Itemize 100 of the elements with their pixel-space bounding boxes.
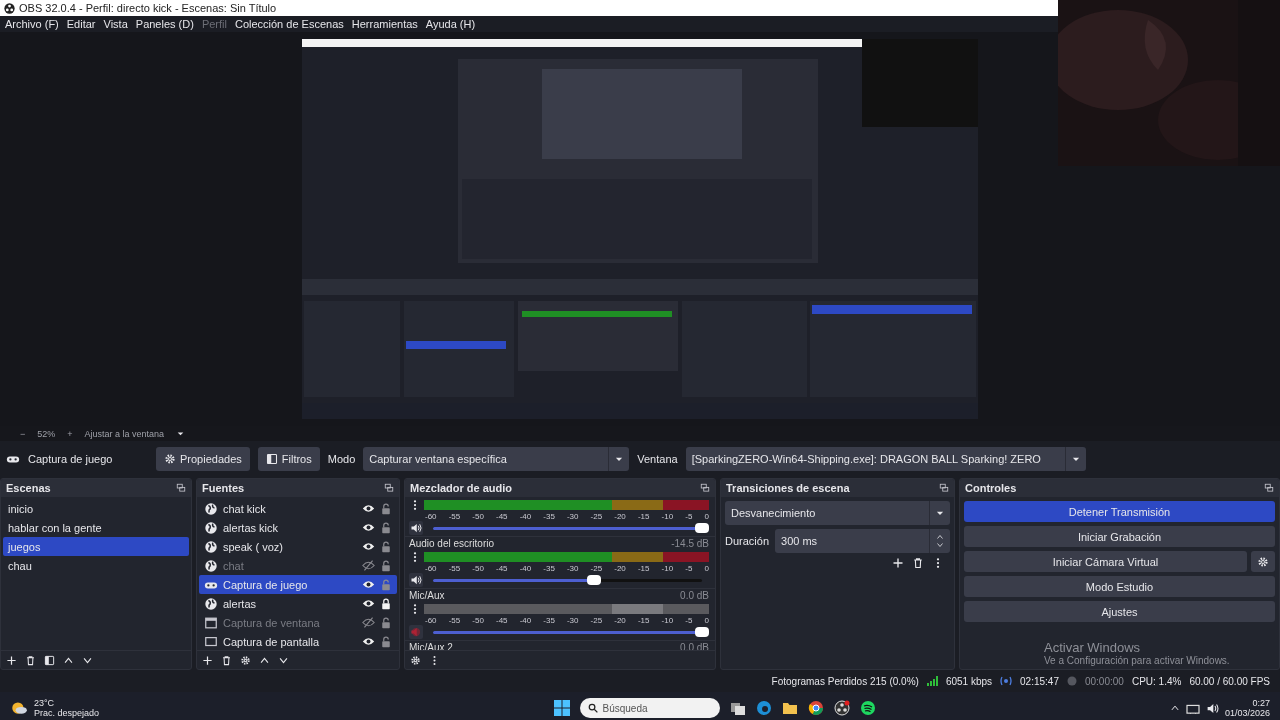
music-app-icon[interactable]	[859, 700, 876, 716]
menu-item[interactable]: Colección de Escenas	[234, 18, 344, 30]
up-icon	[259, 654, 270, 666]
window-label: Ventana	[637, 453, 678, 465]
filters-button[interactable]: Filtros	[257, 447, 320, 471]
volume-reading: 0.0 dB	[680, 590, 709, 602]
control-button[interactable]: Modo Estudio	[964, 576, 1275, 597]
scene-item[interactable]: juegos	[3, 537, 189, 556]
scale-label: -50	[472, 616, 484, 625]
filter-icon	[265, 453, 278, 465]
fit-to-window-dropdown[interactable]: Ajustar a la ventana	[84, 428, 165, 439]
control-button[interactable]: Detener Transmisión	[964, 501, 1275, 522]
eye-icon[interactable]	[362, 502, 375, 515]
settings-button[interactable]	[1251, 551, 1275, 572]
window-dropdown[interactable]: [SparkingZERO-Win64-Shipping.exe]: DRAGON BALL Sparking! ZERO	[685, 447, 1086, 471]
bitrate: 6051 kbps	[945, 675, 993, 687]
panel-title: Mezclador de audio	[410, 482, 513, 494]
menu-item[interactable]: Vista	[103, 18, 128, 30]
eye-icon[interactable]	[362, 521, 375, 534]
scale-label: -60	[425, 616, 437, 625]
scale-label: -25	[590, 512, 603, 521]
mode-label: Modo	[327, 453, 356, 465]
scale-label: -20	[614, 616, 626, 625]
trash-icon	[25, 654, 36, 666]
source-item[interactable]: chat	[199, 556, 397, 575]
menu-item[interactable]: Paneles (D)	[135, 18, 194, 30]
start-icon[interactable]	[553, 700, 570, 716]
folder-icon[interactable]	[781, 700, 798, 716]
scale-label: -10	[661, 512, 674, 521]
transition-dropdown[interactable]: Desvanecimiento	[725, 501, 950, 525]
source-item[interactable]: chat kick	[199, 499, 397, 518]
hidden-eye-icon[interactable]	[362, 559, 375, 572]
source-item[interactable]: Captura de ventana	[199, 613, 397, 632]
eye-icon[interactable]	[362, 540, 375, 553]
source-label: Captura de juego	[223, 578, 309, 591]
scale-label: -20	[614, 512, 626, 521]
scale-label: -10	[661, 616, 674, 625]
scale-label: -50	[472, 512, 484, 521]
scale-label: -45	[495, 616, 508, 625]
control-button[interactable]: Ajustes	[964, 601, 1275, 622]
eye-icon[interactable]	[362, 578, 375, 591]
record-time: 00:00:00	[1084, 675, 1124, 687]
properties-button[interactable]: Propiedades	[156, 447, 250, 471]
scale-label: 0	[704, 616, 709, 625]
speaker-icon[interactable]	[409, 521, 423, 535]
control-button[interactable]: Iniciar Grabación	[964, 526, 1275, 547]
mode-dropdown[interactable]: Capturar ventana específica	[363, 447, 630, 471]
duration-label: Duración	[725, 535, 770, 547]
filter-icon	[44, 654, 55, 666]
volume-thumb[interactable]	[695, 627, 709, 637]
scale-label: -45	[495, 564, 508, 573]
fps: 60.00 / 60.00 FPS	[1189, 675, 1270, 687]
app-logo-icon[interactable]	[833, 700, 850, 716]
source-item[interactable]: alertas kick	[199, 518, 397, 537]
control-button[interactable]: Iniciar Cámara Virtual	[964, 551, 1247, 572]
cpu-usage: CPU: 1.4%	[1131, 675, 1182, 687]
duration-field[interactable]: 300 ms	[775, 529, 950, 553]
scale-label: -40	[519, 512, 532, 521]
menu-item[interactable]: Ayuda (H)	[425, 18, 476, 30]
speaker-icon[interactable]	[409, 573, 423, 587]
scale-label: -15	[637, 616, 650, 625]
eye-icon[interactable]	[362, 597, 375, 610]
search-field[interactable]: Búsqueda	[579, 698, 720, 718]
source-item[interactable]: speak ( voz)	[199, 537, 397, 556]
eye-icon[interactable]	[362, 635, 375, 648]
menu-item[interactable]: Herramientas	[351, 18, 418, 30]
source-item[interactable]: alertas	[199, 594, 397, 613]
volume-thumb[interactable]	[695, 523, 709, 533]
lock-icon[interactable]	[380, 597, 392, 610]
task-view-icon[interactable]	[729, 700, 746, 716]
weather-icon[interactable]	[10, 699, 28, 717]
speaker-icon[interactable]	[1205, 701, 1219, 715]
settings-icon	[410, 654, 421, 666]
scene-item[interactable]: hablar con la gente	[3, 518, 189, 537]
record-icon	[1066, 676, 1077, 686]
zoom-in-button[interactable]: +	[67, 428, 73, 439]
scene-item[interactable]: chau	[3, 556, 189, 575]
browser-icon[interactable]	[807, 700, 824, 716]
scale-label: -50	[472, 564, 484, 573]
scale-label: -35	[543, 512, 555, 521]
globe-icon	[204, 596, 218, 611]
undock-icon	[700, 483, 710, 493]
zoom-out-button[interactable]: −	[20, 428, 26, 439]
scale-label: -25	[590, 564, 603, 573]
menu-item[interactable]: Archivo (F)	[5, 18, 59, 30]
scale-label: -30	[566, 512, 579, 521]
volume-thumb[interactable]	[587, 575, 602, 585]
source-item[interactable]: Captura de juego	[199, 575, 397, 594]
hidden-eye-icon[interactable]	[362, 616, 375, 629]
source-item[interactable]: Captura de pantalla	[199, 632, 397, 650]
panel-title: Fuentes	[202, 482, 245, 494]
menu-item[interactable]: Editar	[66, 18, 96, 30]
broadcast-icon	[1000, 676, 1013, 686]
scene-item[interactable]: inicio	[3, 499, 189, 518]
scale-label: -35	[543, 564, 555, 573]
source-name: Captura de juego	[28, 453, 114, 465]
chevron-up-icon[interactable]	[1169, 703, 1180, 713]
volume-reading: -14.5 dB	[671, 538, 709, 550]
scale-label: -45	[495, 512, 508, 521]
monitor-icon	[204, 634, 218, 649]
